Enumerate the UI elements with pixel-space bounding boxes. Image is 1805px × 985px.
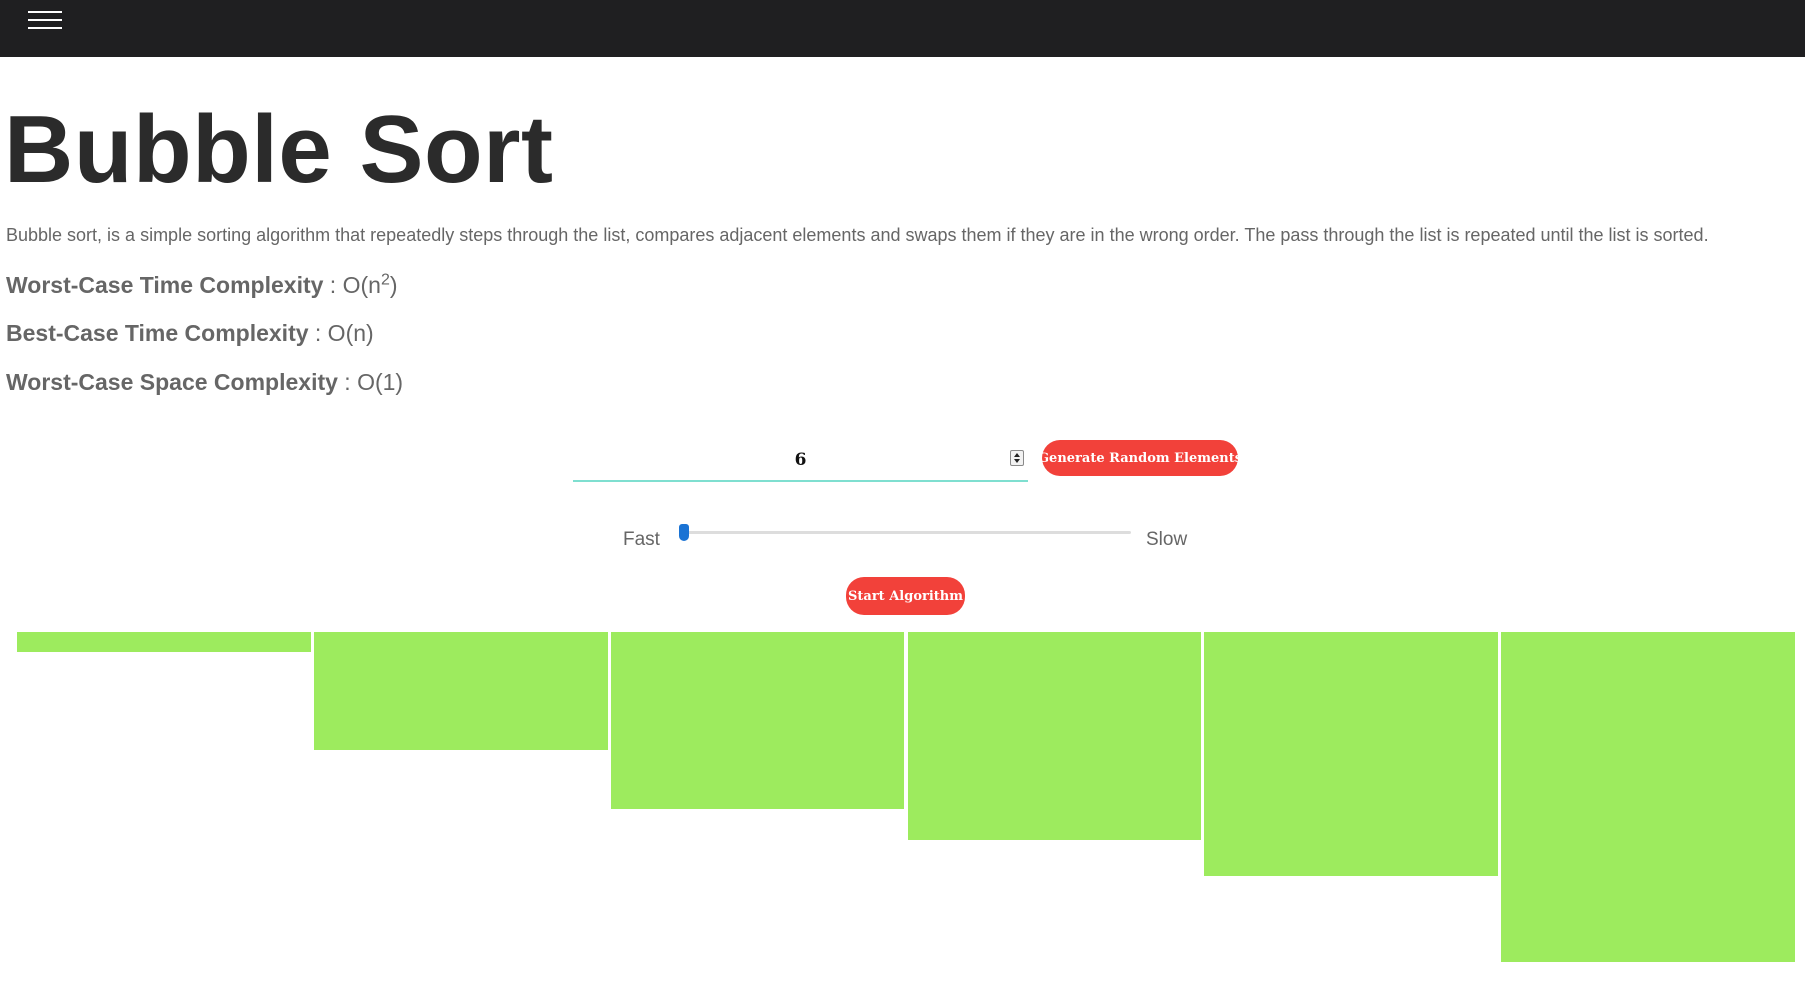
speed-slow-label: Slow — [1146, 529, 1188, 550]
complexity-exponent: 2 — [380, 271, 390, 289]
slider-track — [679, 531, 1131, 534]
array-bar — [17, 632, 311, 652]
element-count-input[interactable] — [573, 440, 1028, 484]
speed-slider[interactable] — [679, 524, 1131, 544]
complexity-value: : O(n) — [308, 320, 374, 346]
slider-thumb[interactable] — [679, 524, 689, 541]
element-count-field — [573, 440, 1028, 484]
worst-case-time-complexity: Worst-Case Time Complexity : O(n2) — [6, 272, 398, 299]
start-algorithm-button[interactable]: Start Algorithm — [846, 577, 965, 615]
complexity-value: : O(n — [323, 272, 381, 298]
menu-line — [28, 19, 62, 21]
speed-fast-label: Fast — [623, 529, 660, 550]
hamburger-menu-icon[interactable] — [28, 11, 62, 31]
complexity-value: : O(1) — [337, 369, 404, 395]
page-title: Bubble Sort — [4, 96, 554, 203]
generate-random-elements-button[interactable]: Generate Random Elements — [1038, 440, 1242, 476]
array-bar — [610, 632, 905, 809]
array-bar — [907, 632, 1202, 840]
complexity-label: Best-Case Time Complexity — [6, 320, 309, 346]
menu-line — [28, 27, 62, 29]
complexity-label: Worst-Case Space Complexity — [6, 369, 338, 395]
worst-case-space-complexity: Worst-Case Space Complexity : O(1) — [6, 369, 403, 396]
complexity-label: Worst-Case Time Complexity — [6, 272, 324, 298]
array-bar — [1204, 632, 1499, 876]
complexity-value-end: ) — [389, 272, 398, 298]
array-bars-container — [17, 632, 1795, 972]
algorithm-description: Bubble sort, is a simple sorting algorit… — [6, 225, 1709, 245]
best-case-time-complexity: Best-Case Time Complexity : O(n) — [6, 320, 374, 347]
array-bar — [313, 632, 608, 750]
number-spinner-icon[interactable] — [1010, 450, 1024, 466]
top-navbar — [0, 0, 1805, 57]
menu-line — [28, 11, 62, 13]
array-bar — [1501, 632, 1795, 962]
